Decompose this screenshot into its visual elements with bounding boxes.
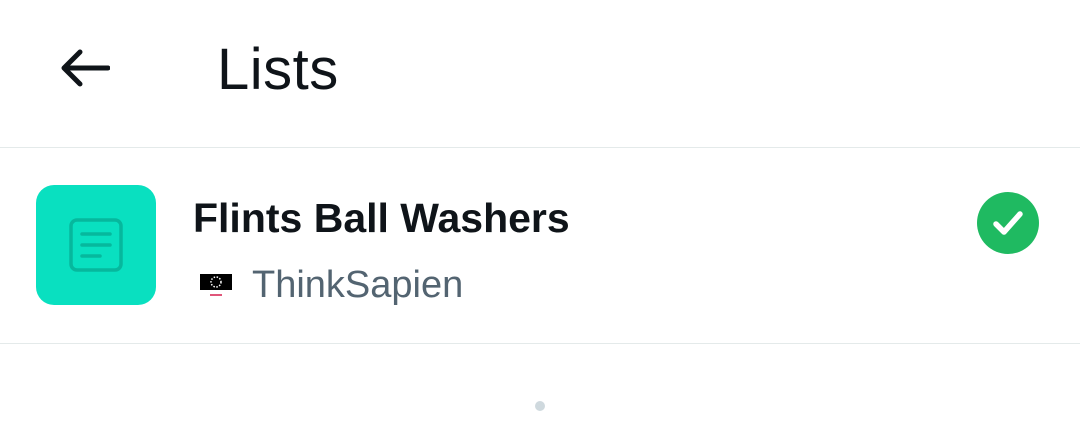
list-item[interactable]: Flints Ball Washers ThinkSapien (0, 149, 1080, 344)
checkmark-circle-icon (977, 192, 1039, 254)
list-name: Flints Ball Washers (193, 195, 570, 241)
list-avatar (36, 185, 156, 305)
selected-check-badge[interactable] (977, 192, 1039, 254)
list-owner: ThinkSapien (200, 261, 463, 309)
profile-image (200, 271, 232, 299)
scroll-indicator-dot (535, 401, 545, 411)
header: Lists (0, 0, 1080, 148)
owner-avatar (200, 271, 232, 299)
lists-screen: Lists Flints Ball Washers ThinkSapien (0, 0, 1080, 448)
page-title: Lists (217, 37, 339, 102)
list-document-icon (69, 218, 123, 272)
back-button[interactable] (44, 28, 124, 108)
owner-name: ThinkSapien (252, 264, 464, 306)
arrow-left-icon (61, 49, 110, 87)
